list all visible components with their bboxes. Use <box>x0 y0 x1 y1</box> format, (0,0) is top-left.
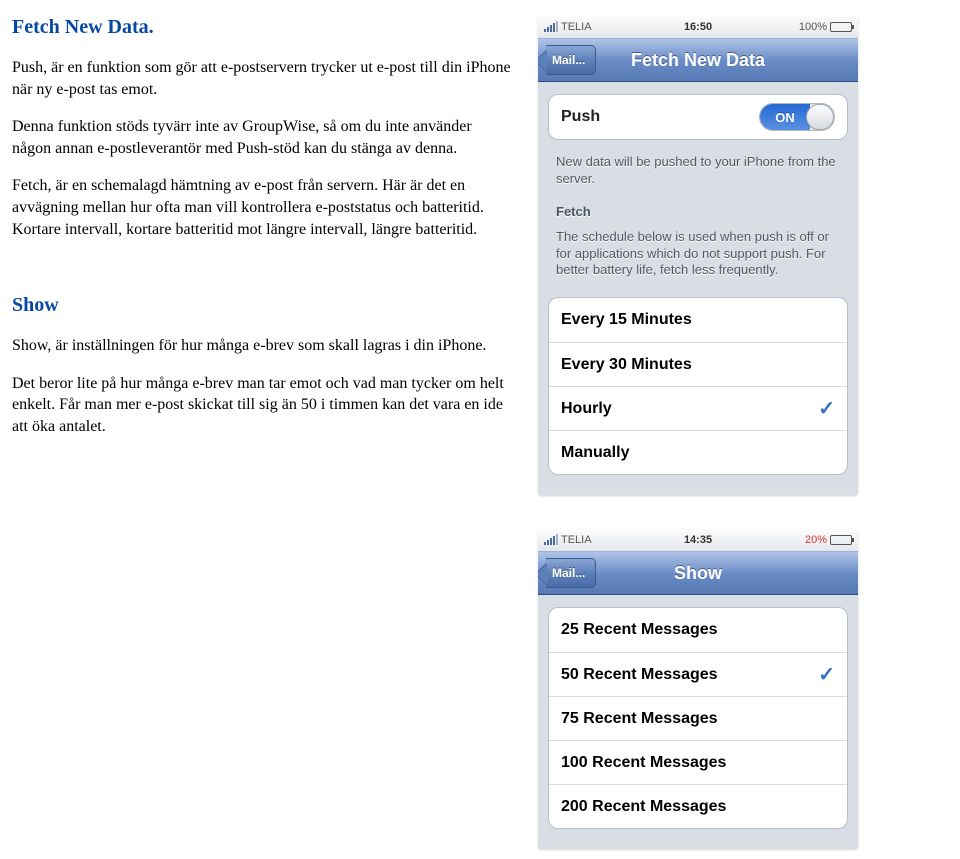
option-label: Manually <box>561 444 835 462</box>
option-label: 50 Recent Messages <box>561 666 818 684</box>
status-time: 16:50 <box>684 21 712 33</box>
paragraph: Show, är inställningen för hur många e-b… <box>12 335 512 357</box>
fetch-hint: The schedule below is used when push is … <box>538 227 858 286</box>
nav-title: Fetch New Data <box>538 50 858 71</box>
status-bar: TELIA 14:35 20% <box>538 529 858 551</box>
show-option[interactable]: 100 Recent Messages <box>549 740 847 784</box>
push-toggle[interactable]: ON <box>759 103 835 131</box>
battery-percent: 20% <box>805 534 827 546</box>
nav-bar: Mail... Show <box>538 551 858 595</box>
status-time: 14:35 <box>684 534 712 546</box>
screenshot-show: TELIA 14:35 20% Mail... Show 25 Recent M… <box>538 529 858 849</box>
section-title-fetch: Fetch New Data. <box>12 16 512 39</box>
document-text: Fetch New Data. Push, är en funktion som… <box>12 10 512 849</box>
fetch-option[interactable]: Manually <box>549 430 847 474</box>
checkmark-icon: ✓ <box>818 662 835 687</box>
signal-icon <box>544 22 558 32</box>
show-option[interactable]: 50 Recent Messages ✓ <box>549 652 847 696</box>
paragraph: Push, är en funktion som gör att e-posts… <box>12 57 512 100</box>
fetch-option[interactable]: Every 15 Minutes <box>549 298 847 342</box>
battery-percent: 100% <box>799 21 827 33</box>
battery-icon <box>830 22 852 32</box>
toggle-on-label: ON <box>760 104 810 130</box>
option-label: 200 Recent Messages <box>561 798 835 816</box>
fetch-interval-group: Every 15 Minutes Every 30 Minutes Hourly… <box>548 297 848 475</box>
carrier-label: TELIA <box>561 21 592 33</box>
push-group: Push ON <box>548 94 848 140</box>
checkmark-icon: ✓ <box>818 396 835 421</box>
paragraph: Det beror lite på hur många e-brev man t… <box>12 373 512 438</box>
option-label: 25 Recent Messages <box>561 621 835 639</box>
carrier-label: TELIA <box>561 534 592 546</box>
push-row[interactable]: Push ON <box>549 95 847 139</box>
nav-title: Show <box>538 563 858 584</box>
signal-icon <box>544 535 558 545</box>
option-label: Every 30 Minutes <box>561 356 835 374</box>
show-options-group: 25 Recent Messages 50 Recent Messages ✓ … <box>548 607 848 829</box>
battery-icon <box>830 535 852 545</box>
screenshot-fetch-new-data: TELIA 16:50 100% Mail... Fetch New Data … <box>538 16 858 495</box>
option-label: Every 15 Minutes <box>561 311 835 329</box>
show-option[interactable]: 25 Recent Messages <box>549 608 847 652</box>
status-bar: TELIA 16:50 100% <box>538 16 858 38</box>
push-hint: New data will be pushed to your iPhone f… <box>538 152 858 194</box>
paragraph: Denna funktion stöds tyvärr inte av Grou… <box>12 116 512 159</box>
option-label: 100 Recent Messages <box>561 754 835 772</box>
fetch-option[interactable]: Every 30 Minutes <box>549 342 847 386</box>
fetch-option[interactable]: Hourly ✓ <box>549 386 847 430</box>
paragraph: Fetch, är en schemalagd hämtning av e-po… <box>12 175 512 240</box>
toggle-knob <box>806 104 834 130</box>
push-label: Push <box>561 108 759 126</box>
option-label: 75 Recent Messages <box>561 710 835 728</box>
nav-bar: Mail... Fetch New Data <box>538 38 858 82</box>
fetch-header: Fetch <box>538 194 858 227</box>
show-option[interactable]: 75 Recent Messages <box>549 696 847 740</box>
option-label: Hourly <box>561 400 818 418</box>
section-title-show: Show <box>12 294 512 317</box>
